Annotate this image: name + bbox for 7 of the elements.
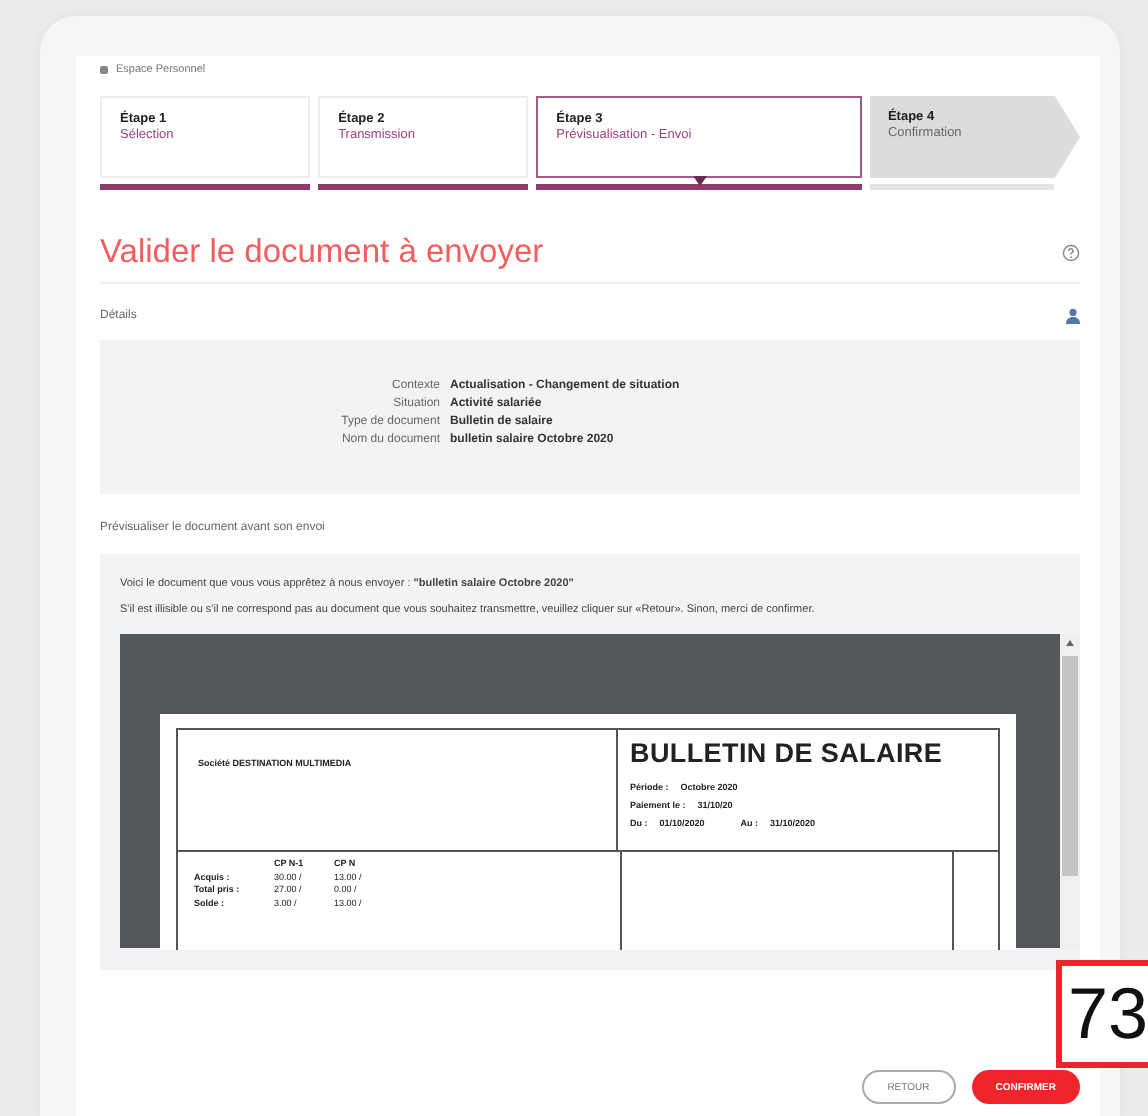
- number-badge: 73: [1055, 960, 1148, 1068]
- page-title: Valider le document à envoyer: [100, 234, 544, 272]
- current-step-marker-icon: [693, 176, 708, 186]
- scrollbar[interactable]: [1060, 634, 1080, 948]
- document-title: BULLETIN DE SALAIRE: [630, 738, 945, 768]
- help-icon[interactable]: [1062, 244, 1080, 262]
- person-icon[interactable]: [1066, 308, 1080, 324]
